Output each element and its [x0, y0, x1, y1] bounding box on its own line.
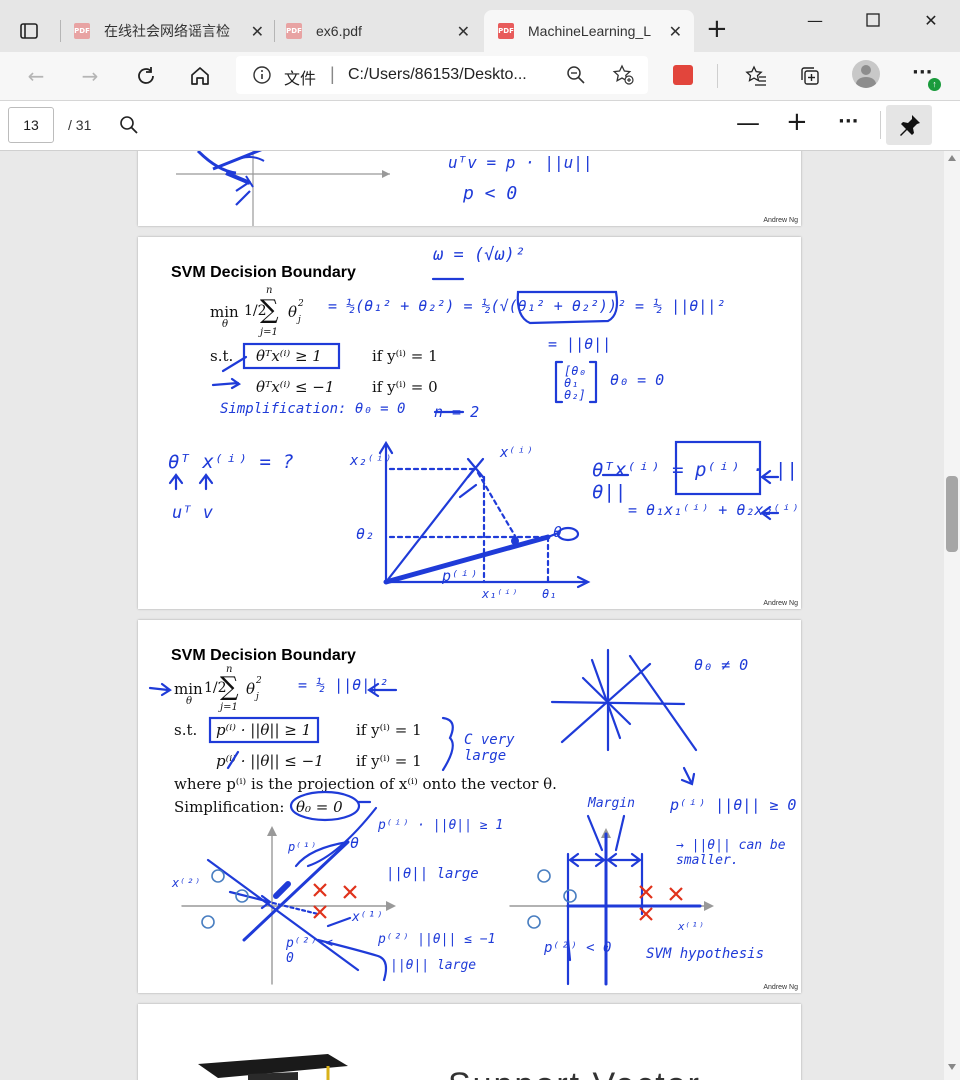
address-bar[interactable]: 文件 | C:/Users/86153/Deskto...: [236, 56, 648, 94]
zoom-out-icon[interactable]: [566, 65, 586, 90]
pdf-icon: PDF: [498, 23, 514, 39]
hand-theta2: θ₂: [356, 525, 375, 543]
hand-norm-large: ||θ|| large: [386, 866, 479, 882]
scroll-thumb[interactable]: [946, 476, 958, 552]
hand-vector: [θ₀ θ₁ θ₂]: [564, 364, 586, 402]
hand-p: p⁽ⁱ⁾: [442, 567, 479, 585]
slide-annotations: [168, 277, 780, 589]
tab-ex6-pdf[interactable]: PDF ex6.pdf ✕: [286, 10, 482, 52]
hand-x1: x₁⁽ⁱ⁾: [482, 587, 519, 601]
slide-title: Support Vector: [448, 1066, 701, 1080]
hand-expanded: = θ₁x₁⁽ⁱ⁾ + θ₂x₂⁽ⁱ⁾: [628, 501, 800, 519]
hand-projection: θᵀx⁽ⁱ⁾ = p⁽ⁱ⁾ · ||θ||: [592, 459, 798, 503]
slide-page-12: uᵀv = p · ||u|| p < 0 Andrew Ng: [138, 151, 801, 226]
scroll-up-icon[interactable]: [948, 155, 956, 161]
slide-page-13: SVM Decision Boundary min θ 1/2 n ∑ j=1 …: [138, 237, 801, 609]
hand-c-large: C very large: [464, 732, 515, 764]
close-tab-icon[interactable]: ✕: [251, 22, 264, 41]
scroll-down-icon[interactable]: [948, 1064, 956, 1070]
site-label: 文件: [284, 71, 317, 88]
more-options-icon[interactable]: ···: [838, 111, 859, 132]
tab-title: 在线社会网络谣言检: [104, 23, 230, 39]
hand-svm-hypothesis: SVM hypothesis: [646, 946, 765, 962]
page-total: / 31: [68, 117, 92, 133]
page-number-input[interactable]: 13: [8, 107, 54, 143]
home-icon[interactable]: [184, 60, 216, 92]
tab-actions-icon[interactable]: [18, 20, 40, 42]
close-tab-icon[interactable]: ✕: [669, 22, 682, 41]
forward-icon[interactable]: →: [74, 60, 106, 92]
extension-icon[interactable]: [673, 65, 693, 85]
new-tab-button[interactable]: +: [706, 14, 728, 44]
hand-p-norm-le: p⁽²⁾ ||θ|| ≤ −1: [378, 932, 496, 947]
slide-credit: Andrew Ng: [763, 984, 798, 991]
tab-strip: PDF 在线社会网络谣言检 ✕ PDF ex6.pdf ✕ PDF Machin…: [0, 0, 960, 52]
tab-title: MachineLearning_L: [528, 23, 651, 39]
hand-margin: Margin: [588, 796, 635, 811]
hand-smaller: → ||θ|| can be smaller.: [676, 838, 786, 868]
hand-x1b: x⁽¹⁾: [678, 920, 705, 933]
profile-avatar[interactable]: [852, 60, 880, 88]
back-icon[interactable]: ←: [20, 60, 52, 92]
zoom-out-button[interactable]: —: [736, 109, 760, 137]
graduation-cap-icon: [198, 1054, 348, 1080]
hand-w-eq: ω = (√ω)²: [433, 245, 526, 265]
url-divider: |: [330, 64, 335, 84]
hand-p2-lt0: p⁽²⁾ < 0: [286, 936, 333, 966]
pdf-viewer[interactable]: uᵀv = p · ||u|| p < 0 Andrew Ng SVM Deci…: [0, 151, 944, 1080]
pdf-icon: PDF: [74, 23, 90, 39]
tab-title: ex6.pdf: [316, 23, 362, 39]
handwritten-note: p < 0: [463, 183, 518, 204]
hand-expand: = ½(θ₁² + θ₂²) = ½(√(θ₁² + θ₂²))² = ½ ||…: [328, 297, 726, 315]
tab-machinelearning-pdf[interactable]: PDF MachineLearning_L ✕: [484, 10, 694, 52]
slide-credit: Andrew Ng: [763, 600, 798, 607]
minimize-button[interactable]: —: [786, 0, 844, 40]
pdf-icon: PDF: [286, 23, 302, 39]
close-window-button[interactable]: ✕: [902, 0, 960, 40]
favorites-icon[interactable]: [740, 60, 772, 92]
add-favorite-icon[interactable]: [612, 64, 634, 91]
hand-theta0-ne: θ₀ ≠ 0: [694, 656, 749, 674]
url-text[interactable]: C:/Users/86153/Deskto...: [348, 66, 527, 84]
hand-uv: uᵀ v: [172, 503, 213, 523]
tab-rumor-pdf[interactable]: PDF 在线社会网络谣言检 ✕: [74, 10, 274, 52]
update-badge-icon: ↑: [928, 78, 941, 91]
hand-simplification: Simplification: θ₀ = 0: [220, 401, 406, 417]
pin-toolbar-button[interactable]: [886, 105, 932, 145]
pdf-toolbar: 13 / 31 — + ···: [0, 101, 960, 151]
slide-credit: Andrew Ng: [763, 217, 798, 224]
hand-norm-large2: ||θ|| large: [390, 958, 477, 973]
hand-n: n = 2: [434, 403, 480, 421]
hand-p-norm-ge: p⁽ⁱ⁾ · ||θ|| ≥ 1: [378, 818, 504, 833]
zoom-in-button[interactable]: +: [786, 107, 808, 137]
info-icon[interactable]: [252, 65, 272, 85]
hand-p2-lt0-b: p⁽²⁾ < 0: [544, 940, 612, 956]
close-tab-icon[interactable]: ✕: [457, 22, 470, 41]
hand-x2: x⁽²⁾: [172, 876, 201, 890]
handwritten-note: uᵀv = p · ||u||: [448, 153, 593, 172]
navigation-bar: ← → 文件 | C:/Users/86153/Deskto... ··· ↑: [0, 52, 960, 101]
hand-norm: = ||θ||: [548, 335, 612, 353]
toolbar-divider: [880, 111, 881, 139]
search-icon[interactable]: [119, 115, 139, 140]
hand-thetax: θᵀ x⁽ⁱ⁾ = ?: [168, 451, 294, 473]
hand-xi: x⁽ⁱ⁾: [500, 445, 534, 461]
hand-x1: x⁽¹⁾: [352, 910, 384, 925]
hand-theta-vec: θ: [553, 523, 563, 541]
hand-p-norm-ge0: p⁽ⁱ⁾ ||θ|| ≥ 0: [670, 796, 797, 814]
refresh-icon[interactable]: [130, 60, 162, 92]
slide-page-14: SVM Decision Boundary min θ 1/2 n ∑ j=1 …: [138, 620, 801, 993]
hand-p1: p⁽¹⁾: [288, 840, 317, 854]
hand-theta0: θ₀ = 0: [610, 371, 665, 389]
hand-theta1: θ₁: [542, 587, 557, 601]
hand-x2: x₂⁽ⁱ⁾: [350, 453, 393, 469]
vertical-scrollbar[interactable]: [944, 151, 960, 1080]
hand-half-norm: = ½ ||θ||²: [298, 676, 389, 694]
slide-page-15: Support Vector: [138, 1004, 801, 1080]
hand-theta-label: θ: [350, 834, 360, 852]
pin-icon: [900, 115, 920, 136]
maximize-button[interactable]: [844, 0, 902, 40]
toolbar-divider: [717, 64, 718, 88]
collections-icon[interactable]: [794, 60, 826, 92]
